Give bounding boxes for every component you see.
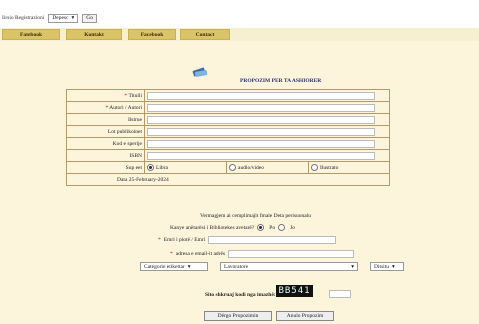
type-option-label: Libra xyxy=(156,164,168,171)
member-radio-yes[interactable] xyxy=(257,224,265,231)
form-row-author: * Autori / Autori xyxy=(66,101,390,114)
member-question: Kanye anëtarësi i Bibliotekes avetarë? xyxy=(170,224,255,231)
search-go-button[interactable]: Go xyxy=(82,13,97,23)
form-row-publisher: Ilstrue xyxy=(66,113,390,126)
publisher-input[interactable] xyxy=(147,115,375,124)
category-select-value: Categorie etikettar xyxy=(144,263,185,270)
title-input[interactable] xyxy=(147,91,375,100)
name-row: * Emri i plotë / Emri xyxy=(158,236,337,244)
nav-tab-3[interactable]: Facebook xyxy=(128,29,176,40)
email-input[interactable] xyxy=(228,250,355,258)
member-option-label: Jo xyxy=(290,224,295,231)
row-label: Ilstrue xyxy=(66,113,145,126)
proposal-form-table: * Titulli * Autori / Autori Ilstrue Lot … xyxy=(66,89,390,186)
row-label: ISBN xyxy=(66,149,145,162)
form-row-code: Kod e sperije xyxy=(66,137,390,150)
type-radio-2[interactable] xyxy=(311,164,318,171)
author-input[interactable] xyxy=(147,103,375,112)
nav-tab-4[interactable]: Contact xyxy=(180,29,230,40)
name-label: Emri i plotë / Emri xyxy=(163,237,206,243)
books-logo-icon xyxy=(192,66,208,80)
form-row-date: Data 25-February-2024 xyxy=(66,173,390,186)
search-row: Iirsio Registrazioni Depesc ▾ Go xyxy=(2,12,97,24)
captcha-label: Sito shkruaj kodi nga imazhë: xyxy=(205,292,276,298)
type-option-label: Ilustrato xyxy=(320,164,339,171)
note-text: Vermagjem ai cemplimajit fmale Deta peri… xyxy=(200,213,312,219)
nav-tab-1[interactable]: Fatebook xyxy=(2,29,60,40)
chevron-down-icon: ▾ xyxy=(391,263,395,270)
chevron-down-icon: ▾ xyxy=(351,263,354,270)
form-row-title: * Titulli xyxy=(66,89,390,102)
row-label: Kod e sperije xyxy=(66,137,145,150)
email-row: * adresa e email-it adrës xyxy=(170,250,355,258)
required-mark: * xyxy=(170,251,173,257)
category-select[interactable]: Categorie etikettar ▾ xyxy=(140,262,208,271)
chevron-down-icon: ▾ xyxy=(187,263,191,270)
role-select[interactable]: Lavoratore ▾ xyxy=(220,262,358,271)
form-row-type: Sup eet Libra audio/video Ilustrato xyxy=(66,161,390,174)
captcha-input[interactable] xyxy=(329,290,351,298)
chevron-down-icon: ▾ xyxy=(71,15,75,21)
reset-button[interactable]: Anulo Propozim xyxy=(276,311,334,321)
search-select-value: Depesc xyxy=(52,15,69,21)
name-input[interactable] xyxy=(208,236,337,244)
member-row: Kanye anëtarësi i Bibliotekes avetarë? P… xyxy=(170,224,295,231)
form-row-isbn: ISBN xyxy=(66,149,390,162)
type-radio-1[interactable] xyxy=(229,164,236,171)
form-title: Propozim Per Ta Ashiorer xyxy=(240,78,322,84)
code-input[interactable] xyxy=(147,139,375,148)
search-select[interactable]: Depesc ▾ xyxy=(48,13,79,23)
required-mark: * xyxy=(158,237,161,243)
role-select-value: Lavoratore xyxy=(224,263,249,270)
type-option-label: audio/video xyxy=(238,164,264,171)
top-header-strip xyxy=(0,0,479,10)
email-label: adresa e email-it adrës xyxy=(175,251,226,257)
dropdown-row: Categorie etikettar ▾ Lavoratore ▾ Ditsitu… xyxy=(140,262,404,271)
row-label: Titulli xyxy=(128,92,142,99)
row-label: Autori / Autori xyxy=(109,104,142,111)
nav-tab-2[interactable]: Kontakt xyxy=(66,29,122,40)
search-label: Iirsio Registrazioni xyxy=(2,15,45,21)
place-input[interactable] xyxy=(147,127,375,136)
member-option-label: Po xyxy=(269,224,276,231)
row-label: Sup eet xyxy=(66,161,145,174)
form-row-place: Lot publikoinet xyxy=(66,125,390,138)
date-text: Data 25-February-2024 xyxy=(66,173,390,186)
type-radio-0[interactable] xyxy=(147,164,154,171)
extra-select[interactable]: Ditsitu ▾ xyxy=(370,262,404,271)
row-label: Lot publikoinet xyxy=(66,125,145,138)
extra-select-value: Ditsitu xyxy=(374,263,389,270)
isbn-input[interactable] xyxy=(147,151,375,160)
captcha-image: BB541 xyxy=(276,285,313,297)
member-radio-no[interactable] xyxy=(278,224,286,231)
submit-button[interactable]: Dërgo Propozimin xyxy=(204,311,272,321)
